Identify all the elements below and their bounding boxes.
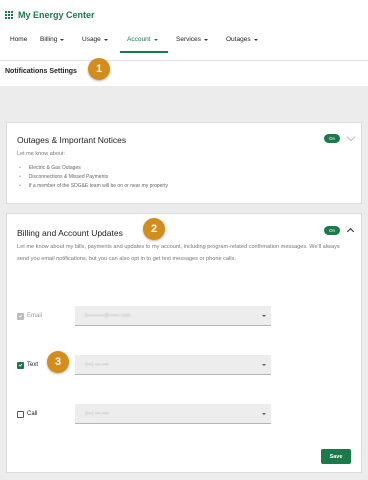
card-description: Let me know about my bills, payments and…: [17, 244, 340, 262]
check-icon: [18, 314, 23, 318]
nav-item-label: Account: [127, 36, 151, 43]
text-option[interactable]: Text: [17, 355, 38, 375]
chevron-down-icon[interactable]: [346, 132, 356, 142]
caret-down-icon: [60, 38, 65, 41]
caret-down-icon: [262, 314, 266, 317]
email-select[interactable]: f••••••••••@••••••.com: [75, 306, 271, 326]
nav-item-billing[interactable]: Billing: [40, 36, 65, 52]
nav-item-label: Usage: [82, 36, 101, 43]
step-marker-1: 1: [88, 58, 110, 80]
caret-down-icon: [153, 38, 158, 41]
page-header: Notifications Settings: [0, 60, 368, 86]
text-checkbox[interactable]: [17, 361, 24, 369]
caret-down-icon: [262, 363, 266, 366]
nav-item-usage[interactable]: Usage: [82, 36, 108, 52]
call-option[interactable]: Call: [17, 404, 37, 424]
email-checkbox[interactable]: [17, 312, 24, 320]
brand[interactable]: My Energy Center: [5, 10, 95, 20]
grid-icon: [5, 10, 14, 20]
main-nav: Home Billing Usage Account Services Outa…: [0, 36, 368, 52]
caret-down-icon: [253, 38, 258, 41]
save-button[interactable]: Save: [321, 449, 351, 464]
top-bar: My Energy Center Home Billing Usage Acco…: [0, 0, 368, 60]
outages-notices-card: Outages & Important Notices On Let me kn…: [6, 122, 362, 204]
nav-item-label: Services: [176, 36, 201, 43]
caret-down-icon: [103, 38, 108, 41]
select-value: (•••) •••-••••: [85, 411, 109, 417]
nav-item-home[interactable]: Home: [10, 36, 27, 52]
email-label: Email: [27, 313, 43, 319]
check-icon: [18, 363, 23, 367]
step-marker-2: 2: [143, 218, 165, 240]
select-value: f••••••••••@••••••.com: [85, 313, 131, 319]
notice-list: Electric & Gas Outages Disconnections & …: [19, 163, 168, 190]
card-title: Billing and Account Updates: [17, 228, 123, 238]
caret-down-icon: [262, 412, 266, 415]
nav-item-label: Outages: [226, 36, 251, 43]
select-value: (•••) •••-••••: [85, 362, 109, 368]
chevron-up-icon[interactable]: [346, 227, 355, 236]
call-select[interactable]: (•••) •••-••••: [75, 404, 271, 424]
nav-item-label: Billing: [40, 36, 58, 43]
brand-title: My Energy Center: [18, 10, 95, 20]
call-checkbox[interactable]: [17, 410, 24, 418]
list-item: Electric & Gas Outages: [19, 163, 168, 172]
step-marker-3: 3: [47, 351, 69, 373]
billing-toggle[interactable]: On: [324, 226, 340, 235]
card-subtitle: Let me know about:: [17, 151, 66, 157]
text-select[interactable]: (•••) •••-••••: [75, 355, 271, 375]
outages-toggle[interactable]: On: [324, 134, 340, 143]
nav-item-account[interactable]: Account: [127, 36, 158, 52]
caret-down-icon: [203, 38, 208, 41]
active-nav-indicator: [120, 51, 168, 53]
nav-item-label: Home: [10, 36, 28, 43]
call-label: Call: [27, 411, 38, 417]
nav-item-services[interactable]: Services: [176, 36, 208, 52]
page-title: Notifications Settings: [5, 68, 77, 75]
text-label: Text: [27, 362, 39, 368]
email-option[interactable]: Email: [17, 306, 42, 326]
billing-updates-card: Billing and Account Updates On Let me kn…: [6, 213, 362, 473]
list-item: Disconnections & Missed Payments: [19, 172, 168, 181]
card-title: Outages & Important Notices: [17, 135, 127, 145]
nav-item-outages[interactable]: Outages: [226, 36, 258, 52]
list-item: If a member of the SDG&E team will be on…: [19, 181, 168, 190]
